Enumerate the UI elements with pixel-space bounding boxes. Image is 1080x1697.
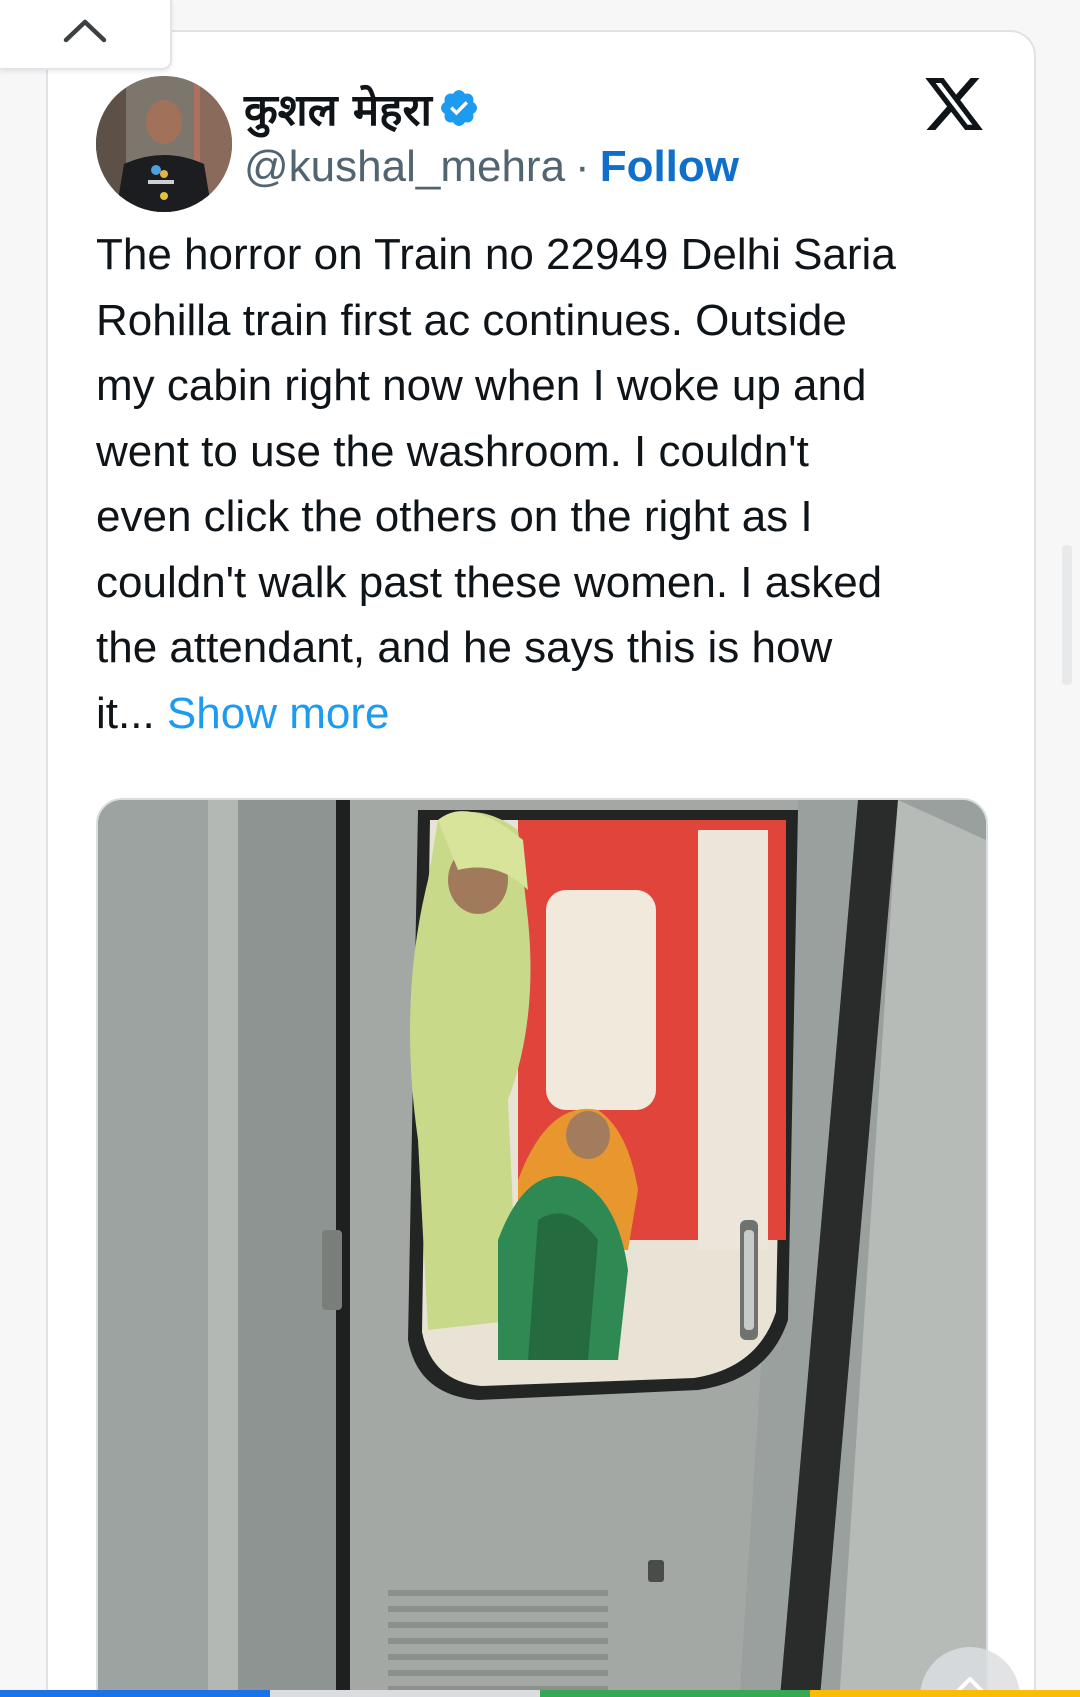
avatar[interactable]: [96, 76, 232, 212]
train-door-photo: [98, 800, 986, 1697]
verified-badge-icon: [441, 90, 477, 126]
page: कुशल मेहरा @kushal_mehra · Follow The horr…: [0, 0, 1080, 1697]
avatar-photo: [96, 76, 232, 212]
bottom-color-bar: [0, 1690, 1080, 1697]
tweet-media-photo[interactable]: [96, 798, 988, 1697]
separator-dot: ·: [575, 142, 590, 191]
display-name[interactable]: कुशल मेहरा: [244, 78, 480, 138]
follow-button[interactable]: Follow: [600, 142, 739, 191]
collapse-tab[interactable]: [0, 0, 172, 70]
tweet-text: The horror on Train no 22949 Delhi Saria…: [96, 222, 996, 746]
handle[interactable]: @kushal_mehra: [244, 142, 565, 191]
tweet-card[interactable]: कुशल मेहरा @kushal_mehra · Follow The horr…: [46, 30, 1036, 1697]
scrollbar[interactable]: [1062, 545, 1072, 685]
show-more-link[interactable]: Show more: [167, 689, 390, 738]
display-name-text: कुशल मेहरा: [244, 85, 432, 136]
chevron-up-icon: [63, 19, 107, 43]
x-logo-icon[interactable]: [922, 72, 986, 136]
handle-row: @kushal_mehra · Follow: [244, 142, 739, 192]
tweet-body: The horror on Train no 22949 Delhi Saria…: [96, 230, 896, 738]
